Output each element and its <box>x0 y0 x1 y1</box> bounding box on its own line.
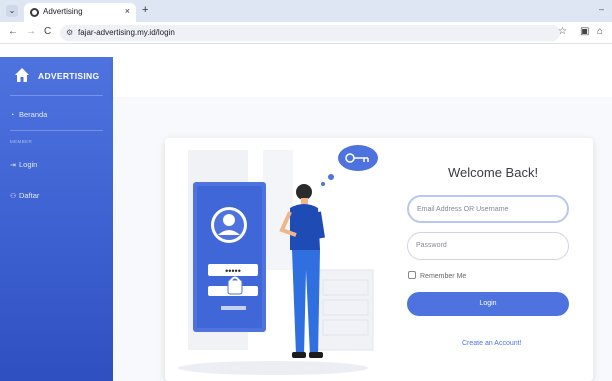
bookmark-star-icon[interactable]: ☆ <box>558 26 567 37</box>
sidebar-divider <box>10 130 103 131</box>
sidebar-item-label: Daftar <box>19 191 40 200</box>
reload-icon[interactable]: C <box>44 26 51 37</box>
topbar <box>113 57 612 97</box>
brand[interactable]: ADVERTISING <box>0 57 113 95</box>
tab-title: Advertising <box>43 7 83 16</box>
sidebar-heading: MEMBER <box>10 139 33 144</box>
minimize-icon[interactable]: – <box>599 4 604 14</box>
sidebar-item-daftar[interactable]: ⚇ Daftar <box>10 191 39 200</box>
favicon-icon <box>30 8 39 17</box>
sidebar-item-login[interactable]: ⇥ Login <box>10 160 37 169</box>
login-button[interactable]: Login <box>407 292 569 316</box>
side-panel-icon[interactable]: ⌂ <box>597 26 603 37</box>
register-icon: ⚇ <box>10 193 17 200</box>
sidebar-divider <box>10 95 103 96</box>
sidebar-item-label: Beranda <box>19 110 48 119</box>
remember-label: Remember Me <box>420 273 467 280</box>
new-tab-button[interactable]: + <box>142 4 148 16</box>
home-icon <box>15 68 29 82</box>
close-tab-icon[interactable]: × <box>125 6 130 16</box>
site-info-icon[interactable]: ⚙ <box>66 28 73 37</box>
login-illustration: ••••• <box>178 145 378 375</box>
sidebar: ADVERTISING ◔ Beranda MEMBER ⇥ Login ⚇ Daft… <box>0 57 113 381</box>
sidebar-item-label: Login <box>19 160 38 169</box>
forward-icon[interactable]: → <box>26 26 36 37</box>
password-placeholder: Password <box>416 242 447 249</box>
url-text: fajar-advertising.my.id/login <box>78 28 175 37</box>
login-icon: ⇥ <box>10 162 16 169</box>
url-input[interactable]: ⚙ fajar-advertising.my.id/login <box>60 25 560 41</box>
address-bar: ← → C ⚙ fajar-advertising.my.id/login ☆ … <box>0 22 612 44</box>
password-field[interactable]: Password <box>407 232 569 260</box>
remember-checkbox[interactable] <box>408 271 416 279</box>
remember-me[interactable]: Remember Me <box>408 271 466 280</box>
extensions-icon[interactable]: ▣ <box>580 26 589 37</box>
welcome-heading: Welcome Back! <box>448 165 539 180</box>
email-placeholder: Email Address OR Username <box>417 206 509 213</box>
pin-dots: ••••• <box>225 266 241 276</box>
browser-tab-bar: ⌄ Advertising × + – <box>0 0 612 22</box>
brand-name: ADVERTISING <box>38 71 100 81</box>
tab-search-icon[interactable]: ⌄ <box>6 5 18 17</box>
browser-tab[interactable]: Advertising × <box>24 3 136 22</box>
create-account-link[interactable]: Create an Account! <box>462 340 522 347</box>
sidebar-item-beranda[interactable]: ◔ Beranda <box>10 110 47 119</box>
email-field[interactable]: Email Address OR Username <box>407 195 569 223</box>
back-icon[interactable]: ← <box>8 26 18 37</box>
dashboard-icon: ◔ <box>10 112 15 119</box>
